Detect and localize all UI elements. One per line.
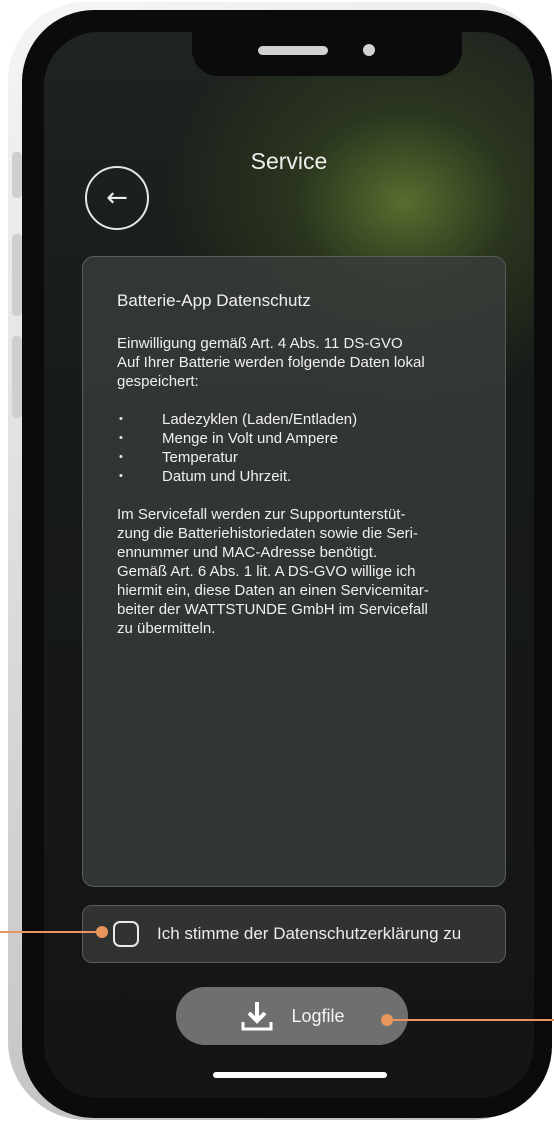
stored-data-list: Ladezyklen (Laden/Entladen) Menge in Vol…	[117, 410, 471, 486]
notch	[192, 32, 462, 76]
list-item: Datum und Uhrzeit.	[117, 467, 471, 486]
phone-side-button	[12, 234, 22, 316]
text-line: gespeichert:	[117, 373, 199, 390]
screen: Service ← Batterie-App Datenschutz Einwi…	[44, 32, 534, 1098]
text-line: Im Servicefall werden zur Supportunterst…	[117, 506, 406, 523]
download-icon	[241, 1002, 273, 1031]
privacy-card[interactable]: Batterie-App Datenschutz Einwilligung ge…	[82, 256, 506, 887]
text-line: zung die Batteriehistoriedaten sowie die…	[117, 525, 419, 542]
phone-side-button	[12, 336, 22, 418]
service-text: Im Servicefall werden zur Supportunterst…	[117, 505, 471, 638]
text-line: beiter der WATTSTUNDE GmbH im Servicefal…	[117, 601, 428, 618]
text-line: hiermit ein, diese Daten an einen Servic…	[117, 582, 429, 599]
list-item: Temperatur	[117, 448, 471, 467]
logfile-label: Logfile	[291, 1005, 345, 1026]
callout-dot-left	[96, 926, 108, 938]
text-line: Einwilligung gemäß Art. 4 Abs. 11 DS-GVO	[117, 335, 403, 352]
text-line: Auf Ihrer Batterie werden folgende Daten…	[117, 354, 425, 371]
consent-checkbox[interactable]	[113, 921, 139, 947]
list-item: Menge in Volt und Ampere	[117, 429, 471, 448]
consent-label: Ich stimme der Datenschutzerklärung zu	[157, 924, 462, 943]
text-line: zu übermitteln.	[117, 620, 216, 637]
list-item: Ladezyklen (Laden/Entladen)	[117, 410, 471, 429]
home-indicator	[213, 1072, 387, 1078]
logfile-button[interactable]: Logfile	[176, 987, 408, 1045]
back-button[interactable]: ←	[85, 166, 149, 230]
phone-side-button	[12, 152, 22, 198]
consent-intro: Einwilligung gemäß Art. 4 Abs. 11 DS-GVO…	[117, 334, 471, 391]
speaker	[258, 46, 328, 55]
callout-line-left	[0, 931, 102, 933]
callout-line-right	[388, 1019, 554, 1021]
phone-frame: Service ← Batterie-App Datenschutz Einwi…	[8, 2, 552, 1120]
privacy-title: Batterie-App Datenschutz	[117, 291, 311, 310]
front-camera	[363, 44, 375, 56]
callout-dot-right	[381, 1014, 393, 1026]
text-line: Gemäß Art. 6 Abs. 1 lit. A DS-GVO willig…	[117, 563, 416, 580]
consent-row[interactable]: Ich stimme der Datenschutzerklärung zu	[82, 905, 506, 963]
arrow-left-icon: ←	[106, 183, 128, 213]
text-line: ennummer und MAC-Adresse benötigt.	[117, 544, 378, 561]
